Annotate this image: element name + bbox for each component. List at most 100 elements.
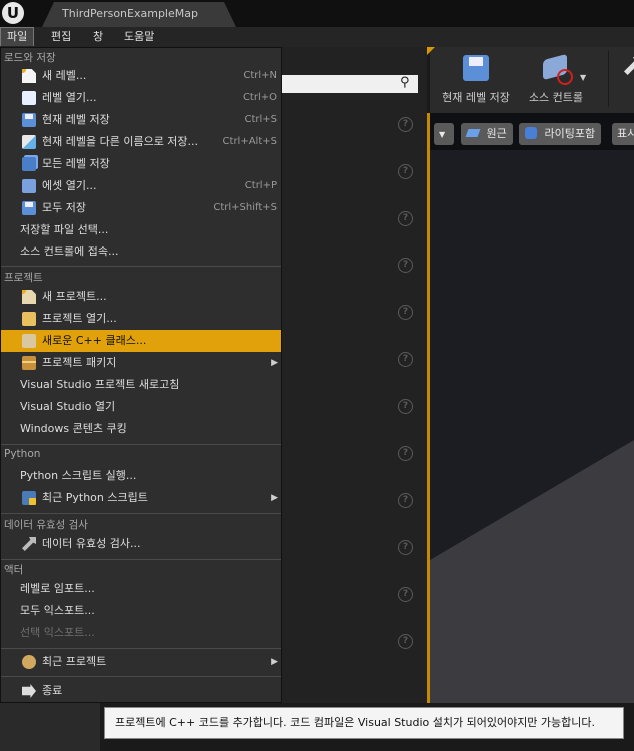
- new-level-icon: [22, 69, 36, 83]
- level-tab[interactable]: ThirdPersonExampleMap: [42, 2, 236, 27]
- menu-separator: [1, 559, 281, 560]
- recent-projects-icon: [22, 655, 36, 669]
- main-toolbar: 현재 레벨 저장 소스 컨트롤 ▼: [427, 47, 634, 113]
- help-icon[interactable]: ?: [398, 117, 413, 132]
- menu-item-open-visual-studio[interactable]: Visual Studio 열기: [1, 396, 281, 418]
- viewport-options-button[interactable]: ▼: [434, 123, 454, 145]
- menu-item-label: 새로운 C++ 클래스...: [42, 334, 147, 347]
- save-icon: [22, 113, 36, 127]
- menu-item-export-selected[interactable]: 선택 익스포트...: [1, 622, 281, 644]
- menu-item-import-into-level[interactable]: 레벨로 임포트...: [1, 578, 281, 600]
- menu-help[interactable]: 도움말: [118, 28, 160, 46]
- menu-item-new-project[interactable]: 새 프로젝트...: [1, 286, 281, 308]
- cpp-class-icon: [22, 334, 36, 348]
- package-icon: [22, 356, 36, 370]
- save-all-icon: [22, 201, 36, 215]
- menu-item-shortcut: Ctrl+Shift+S: [213, 202, 277, 213]
- help-icon[interactable]: ?: [398, 493, 413, 508]
- search-input[interactable]: [282, 75, 418, 93]
- menu-item-cook-windows-content[interactable]: Windows 콘텐츠 쿠킹: [1, 418, 281, 440]
- menu-item-open-project[interactable]: 프로젝트 열기...: [1, 308, 281, 330]
- exit-icon: [22, 684, 36, 698]
- python-script-icon: [22, 491, 36, 505]
- open-level-icon: [22, 91, 36, 105]
- show-button[interactable]: 표시: [612, 123, 634, 145]
- help-icon[interactable]: ?: [398, 446, 413, 461]
- menu-item-label: 종료: [42, 684, 63, 697]
- help-icon[interactable]: ?: [398, 211, 413, 226]
- menu-item-connect-source-control[interactable]: 소스 컨트롤에 접속...: [1, 241, 281, 263]
- menu-separator: [1, 676, 281, 677]
- menu-item-new-cpp-class[interactable]: 새로운 C++ 클래스...: [1, 330, 281, 352]
- menu-item-label: 에셋 열기...: [42, 179, 97, 192]
- menu-item-exit[interactable]: 종료: [1, 680, 281, 702]
- section-load-save: 로드와 저장: [4, 52, 56, 64]
- section-python: Python: [4, 448, 41, 460]
- help-icon[interactable]: ?: [398, 352, 413, 367]
- lighting-label: 라이팅포함: [544, 127, 596, 140]
- help-icon[interactable]: ?: [398, 634, 413, 649]
- chevron-down-icon[interactable]: ▼: [580, 73, 586, 82]
- menu-item-label: Windows 콘텐츠 쿠킹: [20, 422, 127, 435]
- wrench-icon: [618, 51, 634, 85]
- help-icon[interactable]: ?: [398, 164, 413, 179]
- menu-item-open-asset[interactable]: 에셋 열기... Ctrl+P: [1, 175, 281, 197]
- menu-item-shortcut: Ctrl+O: [242, 92, 277, 103]
- menu-edit[interactable]: 편집: [45, 28, 77, 46]
- show-label: 표시: [617, 127, 634, 140]
- menu-file[interactable]: 파일: [0, 27, 35, 46]
- menu-item-recent-python-scripts[interactable]: 최근 Python 스크립트 ▶: [1, 487, 281, 509]
- submenu-arrow-icon: ▶: [271, 657, 278, 667]
- perspective-button[interactable]: 원근: [461, 123, 513, 145]
- settings-button[interactable]: [618, 51, 634, 89]
- menu-item-save-all[interactable]: 모두 저장 Ctrl+Shift+S: [1, 197, 281, 219]
- unreal-logo-icon[interactable]: U: [2, 2, 24, 24]
- menu-separator: [1, 648, 281, 649]
- search-icon[interactable]: ⚲: [400, 76, 414, 90]
- menu-item-choose-files-to-save[interactable]: 저장할 파일 선택...: [1, 219, 281, 241]
- menu-separator: [1, 266, 281, 267]
- chevron-down-icon: ▼: [439, 130, 446, 139]
- level-tab-title: ThirdPersonExampleMap: [62, 7, 198, 20]
- menu-item-open-level[interactable]: 레벨 열기... Ctrl+O: [1, 87, 281, 109]
- help-icon[interactable]: ?: [398, 587, 413, 602]
- menu-item-new-level[interactable]: 새 레벨... Ctrl+N: [1, 65, 281, 87]
- help-icon[interactable]: ?: [398, 540, 413, 555]
- open-asset-icon: [22, 179, 36, 193]
- save-level-button[interactable]: 현재 레벨 저장: [436, 51, 516, 105]
- menu-item-recent-projects[interactable]: 최근 프로젝트 ▶: [1, 651, 281, 673]
- open-project-icon: [22, 312, 36, 326]
- menu-item-label: 최근 프로젝트: [42, 655, 107, 668]
- menu-window[interactable]: 창: [87, 28, 109, 46]
- lighting-mode-button[interactable]: 라이팅포함: [519, 123, 602, 145]
- menu-item-label: 레벨로 임포트...: [20, 582, 95, 595]
- tooltip: 프로젝트에 C++ 코드를 추가합니다. 코드 컴파일은 Visual Stud…: [104, 707, 624, 739]
- menu-item-save-all-levels[interactable]: 모든 레벨 저장: [1, 153, 281, 175]
- menu-item-label: 프로젝트 패키지: [42, 356, 117, 369]
- menu-item-label: 선택 익스포트...: [20, 626, 95, 639]
- menu-item-run-python-script[interactable]: Python 스크립트 실행...: [1, 465, 281, 487]
- lit-sphere-icon: [525, 127, 537, 139]
- menu-item-label: Python 스크립트 실행...: [20, 469, 137, 482]
- menu-item-label: 저장할 파일 선택...: [20, 223, 109, 236]
- menu-item-validate-data[interactable]: 데이터 유효성 검사...: [1, 533, 281, 555]
- menu-item-export-all[interactable]: 모두 익스포트...: [1, 600, 281, 622]
- menu-bar: 파일 편집 창 도움말: [0, 27, 634, 47]
- menu-item-package-project[interactable]: 프로젝트 패키지 ▶: [1, 352, 281, 374]
- menu-item-label: 프로젝트 열기...: [42, 312, 117, 325]
- source-control-icon: [539, 51, 573, 85]
- section-actor: 액터: [4, 564, 24, 576]
- help-icon[interactable]: ?: [398, 258, 413, 273]
- status-bar-left: [0, 703, 100, 751]
- menu-item-save-current-level[interactable]: 현재 레벨 저장 Ctrl+S: [1, 109, 281, 131]
- section-data-validation: 데이터 유효성 검사: [4, 519, 88, 531]
- help-icon[interactable]: ?: [398, 305, 413, 320]
- menu-item-shortcut: Ctrl+N: [243, 70, 277, 81]
- help-icon[interactable]: ?: [398, 399, 413, 414]
- menu-item-refresh-vs-project[interactable]: Visual Studio 프로젝트 새로고침: [1, 374, 281, 396]
- menu-item-label: 최근 Python 스크립트: [42, 491, 148, 504]
- validate-data-icon: [22, 537, 36, 551]
- source-control-label: 소스 컨트롤: [528, 91, 584, 104]
- toolbar-corner-marker: [427, 47, 435, 55]
- menu-item-save-level-as[interactable]: 현재 레벨을 다른 이름으로 저장... Ctrl+Alt+S: [1, 131, 281, 153]
